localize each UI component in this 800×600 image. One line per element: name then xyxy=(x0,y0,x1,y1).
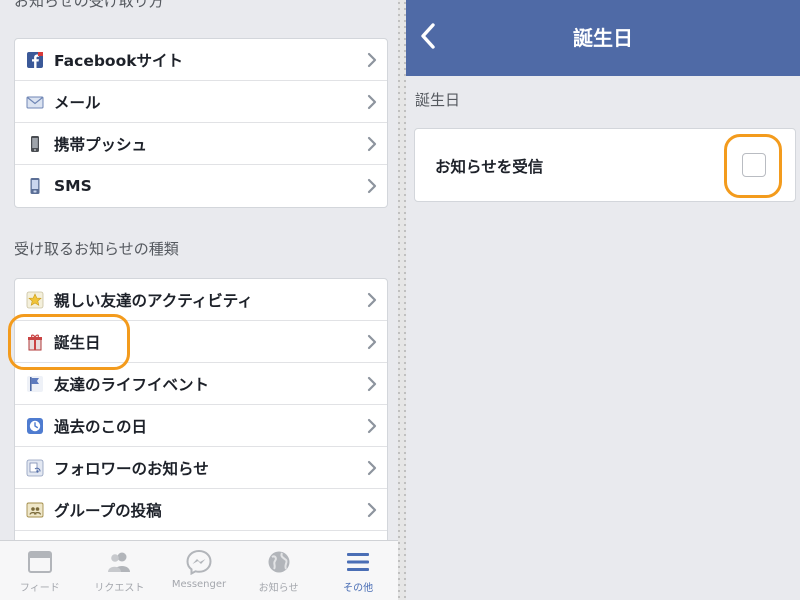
list-item-label: 過去のこの日 xyxy=(54,417,148,436)
list-item-label: 誕生日 xyxy=(54,333,101,352)
notification-types-header: 受け取るお知らせの種類 xyxy=(14,240,179,258)
list-item-label: 友達のライフイベント xyxy=(54,375,210,394)
receive-notifications-label: お知らせを受信 xyxy=(435,158,544,176)
gift-icon xyxy=(26,333,44,351)
notification-types-group: 親しい友達のアクティビティ 誕生日 友達のライフイベント 過去のこの日 フォロワ… xyxy=(14,278,388,552)
mail-icon xyxy=(26,93,44,111)
list-item-label: グループの投稿 xyxy=(54,501,162,520)
tab-label: リクエスト xyxy=(94,583,145,594)
tab-label: フィード xyxy=(19,583,60,594)
list-item-label: 親しい友達のアクティビティ xyxy=(54,291,253,310)
navigation-bar: 誕生日 xyxy=(406,0,800,76)
tab-notifications[interactable]: お知らせ xyxy=(239,541,319,600)
tab-more[interactable]: その他 xyxy=(318,541,398,600)
list-item-mail[interactable]: メール xyxy=(15,81,387,123)
chevron-right-icon xyxy=(367,136,377,152)
list-item-label: SMS xyxy=(54,177,92,195)
list-item-friends-life-events[interactable]: 友達のライフイベント xyxy=(15,363,387,405)
receive-notifications-row: お知らせを受信 xyxy=(414,128,796,202)
tab-label: お知らせ xyxy=(258,583,299,594)
list-item-facebook-site[interactable]: Facebookサイト xyxy=(15,39,387,81)
bottom-tab-bar: フィード リクエスト Messenger お知らせ その他 xyxy=(0,540,398,600)
chevron-right-icon xyxy=(367,334,377,350)
list-item-label: メール xyxy=(54,93,101,112)
delivery-section-header: お知らせの受け取り方 xyxy=(14,0,164,10)
star-icon xyxy=(26,291,44,309)
clock-icon xyxy=(26,417,44,435)
delivery-methods-group: Facebookサイト メール 携帯プッシュ SMS xyxy=(14,38,388,208)
tab-feed[interactable]: フィード xyxy=(0,541,80,600)
flag-icon xyxy=(26,375,44,393)
list-item-group-posts[interactable]: グループの投稿 xyxy=(15,489,387,531)
list-item-label: Facebookサイト xyxy=(54,51,184,70)
tab-label: その他 xyxy=(343,583,374,594)
receive-notifications-checkbox[interactable] xyxy=(742,153,766,177)
birthday-section-header: 誕生日 xyxy=(415,91,461,109)
feed-icon xyxy=(27,551,52,573)
page-title: 誕生日 xyxy=(573,26,633,50)
list-item-on-this-day[interactable]: 過去のこの日 xyxy=(15,405,387,447)
list-item-close-friends-activity[interactable]: 親しい友達のアクティビティ xyxy=(15,279,387,321)
phone-icon xyxy=(26,135,44,153)
chevron-right-icon xyxy=(367,460,377,476)
menu-icon xyxy=(347,553,370,571)
chevron-right-icon xyxy=(367,502,377,518)
tab-messenger[interactable]: Messenger xyxy=(159,541,239,600)
birthday-settings-panel: 誕生日 誕生日 お知らせを受信 xyxy=(406,0,800,600)
chevron-right-icon xyxy=(367,178,377,194)
tab-requests[interactable]: リクエスト xyxy=(80,541,160,600)
friends-icon xyxy=(108,552,131,572)
tab-label: Messenger xyxy=(171,579,227,590)
chevron-right-icon xyxy=(367,292,377,308)
sms-phone-icon xyxy=(26,177,44,195)
messenger-icon xyxy=(186,549,212,575)
rss-icon xyxy=(26,459,44,477)
list-item-label: フォロワーのお知らせ xyxy=(54,459,209,478)
facebook-icon xyxy=(26,51,44,69)
list-item-sms[interactable]: SMS xyxy=(15,165,387,207)
chevron-right-icon xyxy=(367,376,377,392)
list-item-label: 携帯プッシュ xyxy=(54,135,148,154)
chevron-right-icon xyxy=(367,418,377,434)
chevron-right-icon xyxy=(367,94,377,110)
notification-settings-panel: お知らせの受け取り方 Facebookサイト メール 携帯プッシュ SMS 受け… xyxy=(0,0,398,600)
list-item-follower-notifications[interactable]: フォロワーのお知らせ xyxy=(15,447,387,489)
list-item-birthday[interactable]: 誕生日 xyxy=(15,321,387,363)
list-item-mobile-push[interactable]: 携帯プッシュ xyxy=(15,123,387,165)
globe-icon xyxy=(268,551,290,573)
group-icon xyxy=(26,501,44,519)
chevron-right-icon xyxy=(367,52,377,68)
